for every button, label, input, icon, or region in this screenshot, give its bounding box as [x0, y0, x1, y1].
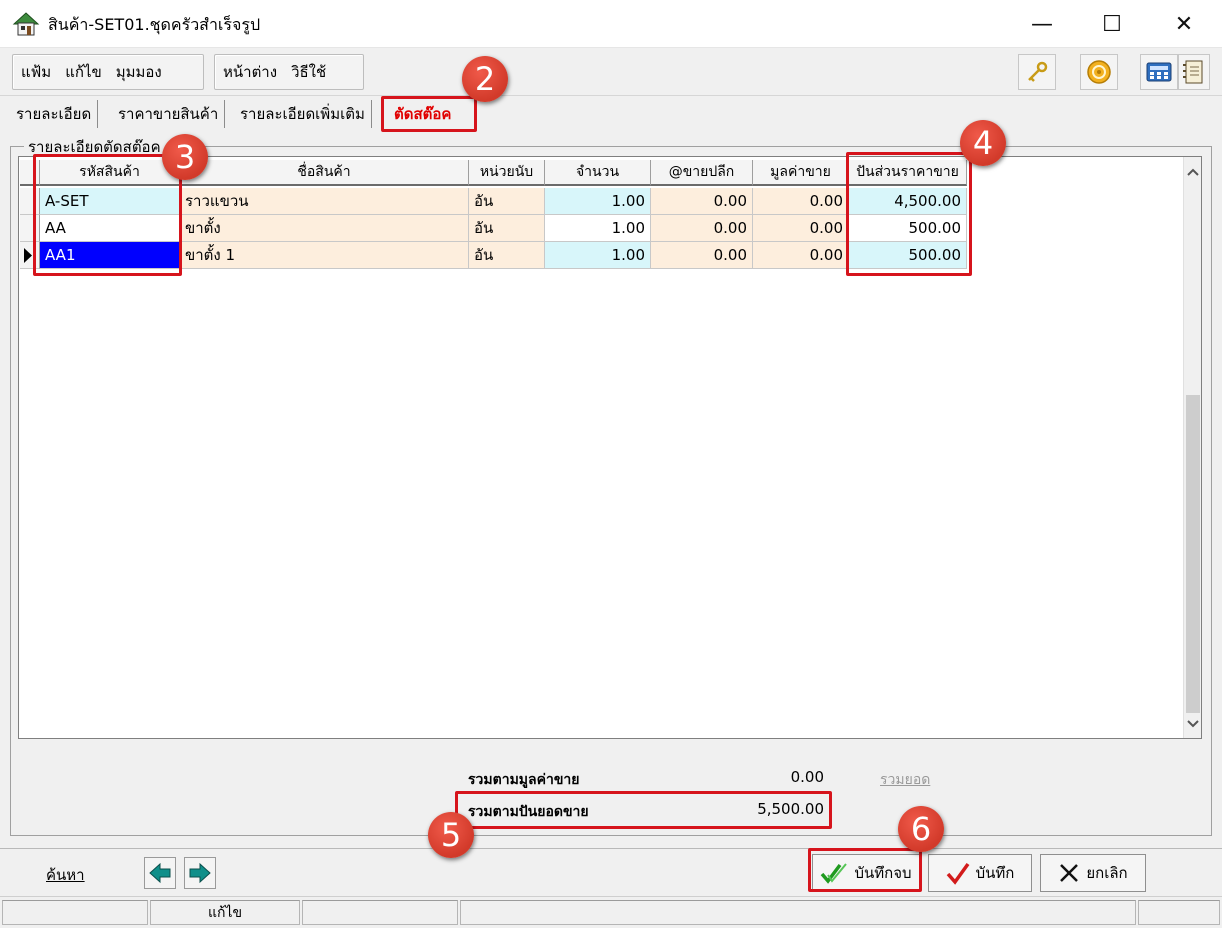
annotation-badge-3: 3 [162, 134, 208, 180]
bottom-bar: ค้นหา บันทึกจบ บันทึก ยกเลิก [0, 848, 1222, 896]
header-qty[interactable]: จำนวน [545, 160, 651, 186]
search-link[interactable]: ค้นหา [46, 863, 85, 887]
notebook-icon [1183, 60, 1203, 84]
tab-sale-price[interactable]: ราคาขายสินค้า [112, 100, 226, 128]
cell-qty[interactable]: 1.00 [545, 215, 651, 242]
next-record-button[interactable] [184, 857, 216, 889]
header-retail-price[interactable]: @ขายปลีก [651, 160, 753, 186]
maximize-icon: ☐ [1102, 11, 1122, 37]
check-icon [946, 862, 970, 885]
total-by-value-label: รวมตามมูลค่าขาย [468, 772, 580, 788]
tab-strip: รายละเอียด ราคาขายสินค้า รายละเอียดเพิ่ม… [0, 96, 1222, 130]
menu-group-window: หน้าต่าง วิธีใช้ [214, 54, 364, 90]
total-by-value: 0.00 [790, 768, 824, 786]
status-mode: แก้ไข [150, 900, 300, 925]
annotation-badge-5: 5 [428, 812, 474, 858]
house-app-icon [12, 12, 40, 36]
status-cell-1 [2, 900, 148, 925]
menu-file[interactable]: แฟ้ม [21, 60, 51, 84]
annotation-badge-6: 6 [898, 806, 944, 852]
cell-unit[interactable]: อัน [469, 215, 545, 242]
vertical-scrollbar[interactable] [1183, 157, 1201, 738]
cell-qty[interactable]: 1.00 [545, 188, 651, 215]
cell-unit[interactable]: อัน [469, 242, 545, 269]
close-icon: ✕ [1174, 11, 1194, 37]
menu-group-main: แฟ้ม แก้ไข มุมมอง [12, 54, 204, 90]
calculator-toolbar-button[interactable] [1140, 54, 1178, 90]
scroll-up-icon[interactable] [1187, 167, 1199, 177]
notebook-toolbar-button[interactable] [1178, 54, 1210, 90]
calculator-icon [1146, 62, 1172, 82]
annotation-box-tab [381, 96, 477, 132]
arrow-right-icon [189, 862, 211, 884]
status-bar: แก้ไข [0, 896, 1222, 928]
cell-retail-price[interactable]: 0.00 [651, 188, 753, 215]
header-unit[interactable]: หน่วยนับ [469, 160, 545, 186]
header-name[interactable]: ชื่อสินค้า [180, 160, 469, 186]
x-icon [1060, 864, 1079, 882]
scroll-down-icon[interactable] [1187, 719, 1199, 729]
cell-name[interactable]: ขาตั้ง 1 [180, 242, 469, 269]
tab-more-details[interactable]: รายละเอียดเพิ่มเติม [234, 100, 372, 128]
status-cell-5 [1138, 900, 1220, 925]
cell-retail-price[interactable]: 0.00 [651, 215, 753, 242]
maximize-button[interactable]: ☐ [1090, 6, 1134, 42]
menu-bar: แฟ้ม แก้ไข มุมมอง หน้าต่าง วิธีใช้ [0, 48, 1222, 96]
cell-qty[interactable]: 1.00 [545, 242, 651, 269]
disc-icon [1087, 60, 1111, 84]
cell-name[interactable]: ขาตั้ง [180, 215, 469, 242]
header-sale-value[interactable]: มูลค่าขาย [753, 160, 849, 186]
target-toolbar-button[interactable] [1080, 54, 1118, 90]
prev-record-button[interactable] [144, 857, 176, 889]
save-label: บันทึก [975, 864, 1015, 882]
status-cell-3 [302, 900, 458, 925]
key-toolbar-button[interactable] [1018, 54, 1056, 90]
scrollbar-thumb[interactable] [1186, 395, 1200, 713]
annotation-box-save-close [808, 848, 922, 892]
cell-unit[interactable]: อัน [469, 188, 545, 215]
menu-edit[interactable]: แก้ไข [65, 60, 102, 84]
stock-grid: รหัสสินค้า ชื่อสินค้า หน่วยนับ จำนวน @ขา… [18, 156, 1202, 739]
cancel-button[interactable]: ยกเลิก [1040, 854, 1146, 892]
window-title: สินค้า-SET01.ชุดครัวสำเร็จรูป [48, 15, 261, 34]
sum-link[interactable]: รวมยอด [880, 769, 930, 791]
menu-help[interactable]: วิธีใช้ [291, 60, 326, 84]
minimize-button[interactable]: — [1020, 6, 1064, 42]
cancel-label: ยกเลิก [1086, 864, 1128, 882]
annotation-box-code-column [33, 154, 182, 276]
status-cell-4 [460, 900, 1136, 925]
annotation-badge-2: 2 [462, 56, 508, 102]
menu-window[interactable]: หน้าต่าง [223, 60, 277, 84]
minimize-icon: — [1031, 11, 1053, 37]
title-bar: สินค้า-SET01.ชุดครัวสำเร็จรูป — ☐ ✕ [0, 0, 1222, 48]
cell-sale-value[interactable]: 0.00 [753, 188, 849, 215]
key-icon [1028, 61, 1048, 82]
cell-retail-price[interactable]: 0.00 [651, 242, 753, 269]
annotation-box-total-alloc [455, 791, 832, 829]
save-button[interactable]: บันทึก [928, 854, 1032, 892]
menu-view[interactable]: มุมมอง [116, 60, 162, 84]
cell-sale-value[interactable]: 0.00 [753, 215, 849, 242]
close-button[interactable]: ✕ [1162, 6, 1206, 42]
cell-name[interactable]: ราวแขวน [180, 188, 469, 215]
annotation-badge-4: 4 [960, 120, 1006, 166]
tab-details[interactable]: รายละเอียด [10, 100, 99, 128]
annotation-box-alloc-column [846, 152, 972, 276]
arrow-left-icon [149, 862, 171, 884]
cell-sale-value[interactable]: 0.00 [753, 242, 849, 269]
